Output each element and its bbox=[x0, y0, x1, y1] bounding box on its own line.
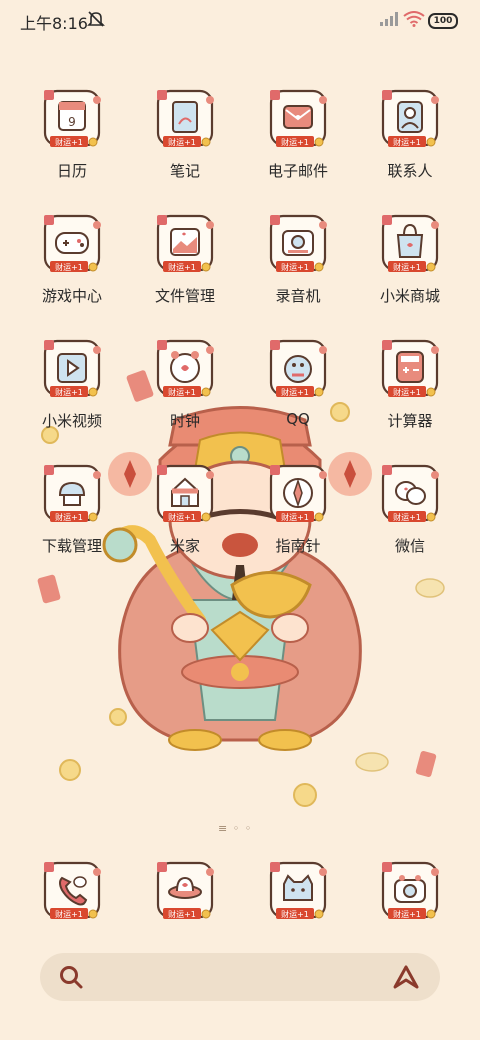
app-label: 游戏中心 bbox=[41, 287, 102, 305]
app-8[interactable]: 财运+1 小米视频 bbox=[22, 338, 122, 448]
app-1[interactable]: 财运+1 笔记 bbox=[135, 88, 235, 198]
fortune-badge-text: 财运+1 bbox=[55, 909, 83, 919]
fortune-badge-text: 财运+1 bbox=[393, 512, 421, 522]
compass-icon: 财运+1 bbox=[269, 464, 327, 522]
signal-icon bbox=[380, 12, 398, 26]
assistant-icon[interactable] bbox=[392, 964, 420, 990]
app-4[interactable]: 财运+1 游戏中心 bbox=[22, 213, 122, 323]
recorder-icon: 财运+1 bbox=[269, 214, 327, 272]
app-label: 录音机 bbox=[275, 287, 321, 305]
video-icon: 财运+1 bbox=[43, 339, 101, 397]
app-9[interactable]: 财运+1 时钟 bbox=[135, 338, 235, 448]
app-label: 下载管理 bbox=[41, 537, 102, 555]
app-label: 日历 bbox=[56, 162, 87, 180]
app-11[interactable]: 财运+1 计算器 bbox=[360, 338, 460, 448]
mijia-house-icon: 财运+1 bbox=[156, 464, 214, 522]
fortune-badge-text: 财运+1 bbox=[281, 909, 309, 919]
fortune-badge-text: 财运+1 bbox=[168, 909, 196, 919]
contacts-icon: 财运+1 bbox=[381, 89, 439, 147]
fortune-badge-text: 财运+1 bbox=[393, 909, 421, 919]
fortune-badge-text: 财运+1 bbox=[55, 137, 83, 147]
download-icon: 财运+1 bbox=[43, 464, 101, 522]
fortune-badge-text: 财运+1 bbox=[55, 262, 83, 272]
app-label: 文件管理 bbox=[154, 287, 215, 305]
fortune-badge-text: 财运+1 bbox=[168, 387, 196, 397]
fortune-badge-text: 财运+1 bbox=[168, 137, 196, 147]
app-label: 计算器 bbox=[387, 412, 433, 430]
fortune-badge-text: 财运+1 bbox=[393, 137, 421, 147]
app-label: 米家 bbox=[169, 537, 200, 555]
app-15[interactable]: 财运+1 微信 bbox=[360, 463, 460, 573]
app-label: 电子邮件 bbox=[267, 162, 328, 180]
fortune-badge-text: 财运+1 bbox=[393, 387, 421, 397]
app-label: 微信 bbox=[394, 537, 425, 555]
shopping-bag-icon: 财运+1 bbox=[381, 214, 439, 272]
email-icon: 财运+1 bbox=[269, 89, 327, 147]
app-12[interactable]: 财运+1 下载管理 bbox=[22, 463, 122, 573]
app-3[interactable]: 财运+1 联系人 bbox=[360, 88, 460, 198]
svg-text:9: 9 bbox=[68, 115, 76, 129]
app-14[interactable]: 财运+1 指南针 bbox=[248, 463, 348, 573]
mute-bell-icon bbox=[87, 11, 105, 27]
app-label: 小米商城 bbox=[379, 287, 440, 305]
wechat-icon: 财运+1 bbox=[381, 464, 439, 522]
app-6[interactable]: 财运+1 录音机 bbox=[248, 213, 348, 323]
app-5[interactable]: 财运+1 文件管理 bbox=[135, 213, 235, 323]
fortune-badge-text: 财运+1 bbox=[55, 387, 83, 397]
search-icon bbox=[60, 966, 83, 989]
status-time: 上午8:16 bbox=[20, 14, 88, 33]
calendar-icon: 9 财运+1 bbox=[43, 89, 101, 147]
app-2[interactable]: 财运+1 电子邮件 bbox=[248, 88, 348, 198]
status-bar: 上午8:16 100 bbox=[0, 0, 480, 40]
notes-icon: 财运+1 bbox=[156, 89, 214, 147]
fortune-badge-text: 财运+1 bbox=[55, 512, 83, 522]
battery-indicator: 100 bbox=[428, 13, 458, 29]
fortune-badge-text: 财运+1 bbox=[281, 512, 309, 522]
fortune-badge-text: 财运+1 bbox=[281, 387, 309, 397]
cat-browser-icon: 财运+1 bbox=[269, 861, 327, 919]
clock-icon: 财运+1 bbox=[156, 339, 214, 397]
dock-app-0[interactable]: 财运+1 bbox=[22, 860, 122, 930]
app-10[interactable]: 财运+1 QQ bbox=[248, 338, 348, 448]
qq-penguin-icon: 财运+1 bbox=[269, 339, 327, 397]
dock-app-3[interactable]: 财运+1 bbox=[360, 860, 460, 930]
fortune-badge-text: 财运+1 bbox=[281, 137, 309, 147]
page-indicator[interactable]: ≡ ◦ ◦ bbox=[218, 822, 252, 835]
calculator-icon: 财运+1 bbox=[381, 339, 439, 397]
app-7[interactable]: 财运+1 小米商城 bbox=[360, 213, 460, 323]
app-label: 指南针 bbox=[275, 537, 321, 555]
app-0[interactable]: 9 财运+1 日历 bbox=[22, 88, 122, 198]
app-label: QQ bbox=[286, 410, 310, 428]
app-label: 联系人 bbox=[387, 162, 433, 180]
camera-icon: 财运+1 bbox=[381, 861, 439, 919]
fortune-badge-text: 财运+1 bbox=[168, 512, 196, 522]
fortune-badge-text: 财运+1 bbox=[168, 262, 196, 272]
messages-ufo-icon: 财运+1 bbox=[156, 861, 214, 919]
fortune-badge-text: 财运+1 bbox=[393, 262, 421, 272]
app-label: 笔记 bbox=[169, 162, 200, 180]
dock-app-2[interactable]: 财运+1 bbox=[248, 860, 348, 930]
fortune-badge-text: 财运+1 bbox=[281, 262, 309, 272]
app-label: 时钟 bbox=[169, 412, 200, 430]
phone-icon: 财运+1 bbox=[43, 861, 101, 919]
search-bar[interactable] bbox=[40, 953, 440, 1001]
gamepad-icon: 财运+1 bbox=[43, 214, 101, 272]
dock-app-1[interactable]: 财运+1 bbox=[135, 860, 235, 930]
app-label: 小米视频 bbox=[41, 412, 102, 430]
wifi-icon bbox=[403, 11, 425, 27]
app-13[interactable]: 财运+1 米家 bbox=[135, 463, 235, 573]
folder-icon: 财运+1 bbox=[156, 214, 214, 272]
